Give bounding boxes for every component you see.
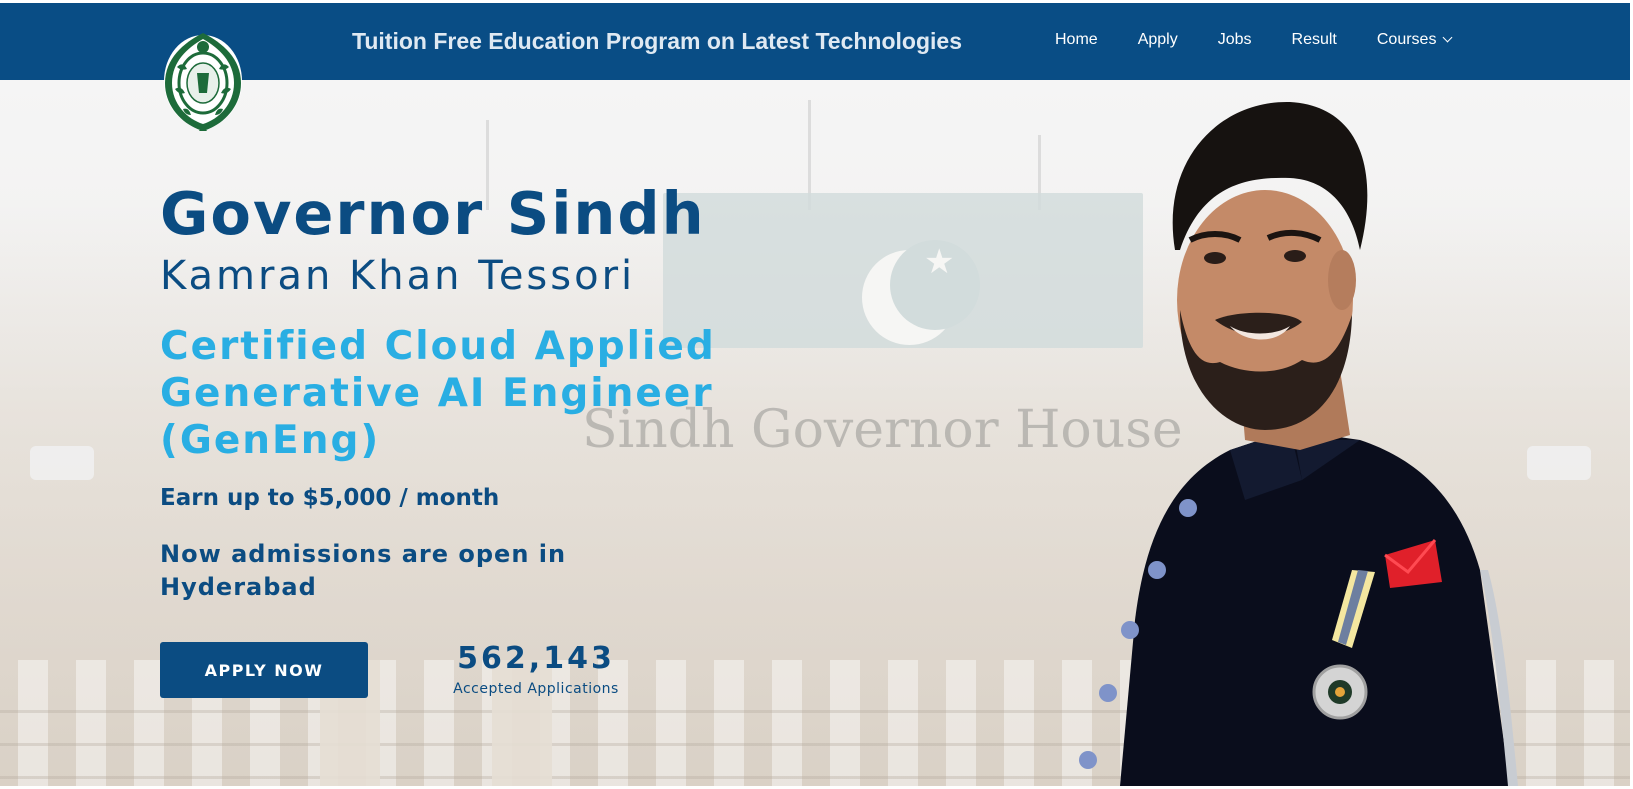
site-title: Tuition Free Education Program on Latest… [352, 28, 962, 54]
governor-name: Kamran Khan Tessori [160, 253, 636, 299]
nav-apply[interactable]: Apply [1138, 31, 1178, 49]
page-title: Governor Sindh [160, 179, 706, 248]
nav-jobs[interactable]: Jobs [1218, 31, 1252, 49]
accepted-applications-label: Accepted Applications [453, 681, 619, 697]
nav-home[interactable]: Home [1055, 31, 1098, 49]
accepted-applications-count: 562,143 [457, 641, 615, 676]
site-header: Tuition Free Education Program on Latest… [0, 3, 1630, 80]
course-title: Certified Cloud Applied Generative AI En… [160, 324, 716, 463]
governor-sindh-emblem-logo[interactable] [163, 27, 243, 133]
main-nav: Home Apply Jobs Result Courses [1055, 31, 1453, 49]
nav-result[interactable]: Result [1292, 31, 1337, 49]
background-pillar [492, 660, 552, 786]
chevron-down-icon [1443, 32, 1453, 42]
background-lamp [30, 446, 94, 480]
apply-now-button[interactable]: APPLY NOW [160, 642, 368, 698]
admissions-text: Now admissions are open in Hyderabad [160, 540, 567, 601]
nav-courses-label: Courses [1376, 31, 1437, 48]
earning-text: Earn up to $5,000 / month [160, 485, 500, 511]
nav-courses[interactable]: Courses [1376, 31, 1453, 49]
governor-portrait [1079, 101, 1518, 786]
background-star-icon: ★ [924, 242, 955, 282]
